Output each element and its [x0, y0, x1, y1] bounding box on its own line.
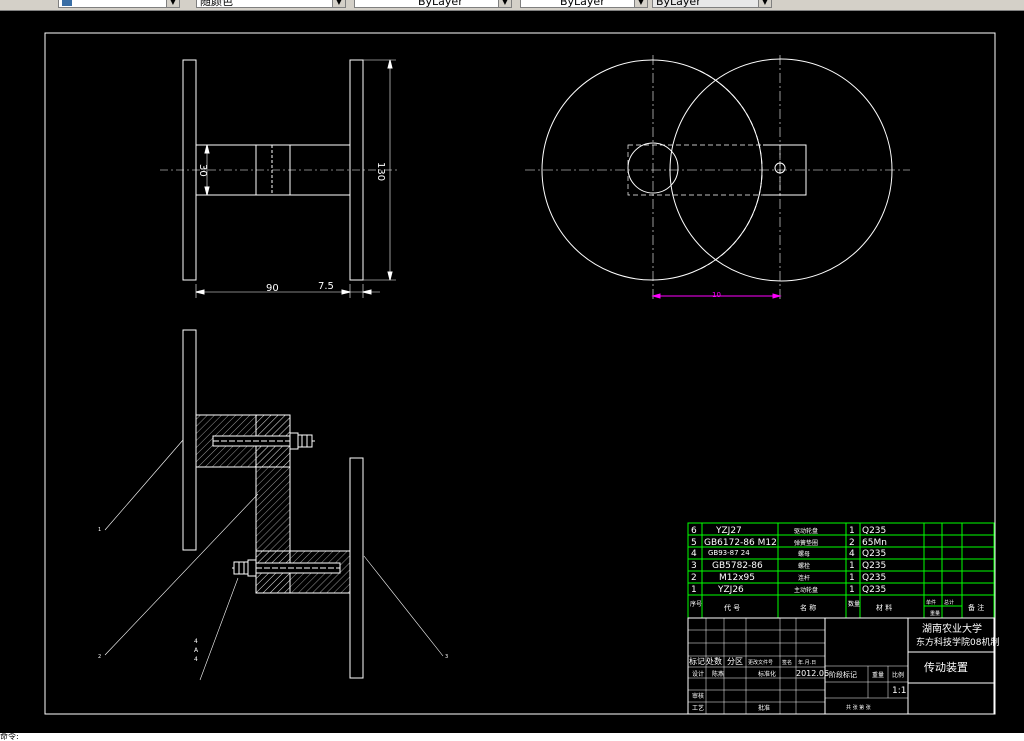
bom-no: 6 [691, 526, 697, 536]
dim-pink: 10 [712, 291, 721, 299]
rev-header: 更改文件号 [748, 659, 773, 666]
bom-code: GB5782-86 [712, 561, 763, 571]
drawing-border [44, 32, 996, 715]
bom-material: Q235 [862, 526, 886, 536]
bom-qty: 1 [849, 526, 855, 536]
front-view [160, 59, 398, 298]
chevron-down-icon: ▼ [634, 0, 647, 7]
bom-no: 5 [691, 538, 697, 548]
frac-b: 4 [194, 656, 198, 663]
bom-header-unit-weight: 单件 [926, 599, 936, 606]
bom-material: Q235 [862, 585, 886, 595]
balloon-4: 4 [194, 638, 198, 645]
rev-header: 处数 [706, 656, 722, 666]
bom-material: Q235 [862, 561, 886, 571]
bom-no: 2 [691, 573, 697, 583]
bom-header-material: 材 料 [876, 603, 892, 612]
dim-90: 90 [266, 283, 279, 294]
role-design: 设计 [692, 670, 704, 678]
sheet-info: 共 张 第 张 [846, 704, 871, 711]
bom-material: 65Mn [862, 538, 887, 548]
bom-header-note: 备 注 [968, 603, 984, 612]
dim-130: 130 [375, 162, 386, 181]
balloon-1: 1 [98, 527, 101, 533]
chevron-down-icon: ▼ [166, 0, 179, 7]
bom-header-weight: 重量 [930, 610, 940, 617]
command-prompt: 命令: [0, 732, 19, 741]
bom-header-qty: 数量 [848, 600, 860, 608]
rev-header: 年.月.日 [798, 659, 816, 666]
bom-code: YZJ26 [717, 585, 744, 595]
drawing-name: 传动装置 [924, 661, 968, 674]
date: 2012.06 [796, 669, 829, 678]
standard-label: 标准化 [758, 670, 776, 678]
balloon-3: 3 [445, 654, 448, 660]
color-dropdown[interactable]: 随颜色 ▼ [196, 0, 346, 8]
command-line[interactable]: 命令: [0, 733, 1024, 741]
frac-a: A [194, 647, 199, 654]
chevron-down-icon: ▼ [332, 0, 345, 7]
lineweight-value: ByLayer [560, 0, 605, 8]
bom-name: 弹簧垫圈 [794, 539, 818, 547]
bom-material: Q235 [862, 549, 886, 559]
balloon-2: 2 [98, 654, 101, 660]
plotstyle-value: ByLayer [656, 0, 701, 8]
bom-name: 主动轮盘 [794, 586, 818, 594]
scale-label: 比例 [892, 671, 904, 679]
bom-name: 连杆 [798, 574, 810, 582]
approve-label: 批准 [758, 704, 770, 712]
bom-code: GB93-87 24 [708, 549, 750, 557]
signer: 陈燕 [712, 670, 724, 678]
scale-value: 1:1 [892, 686, 906, 696]
cad-drawing[interactable]: 90 7.5 30 130 10 1 2 3 4 A 4 6 YZJ27 驱动轮… [0, 11, 1024, 733]
role-review: 审核 [692, 692, 704, 700]
bom-header-no: 序号 [690, 600, 702, 608]
section-view [104, 329, 444, 681]
bom-code: M12x95 [719, 573, 755, 583]
rev-header: 标记 [689, 656, 705, 666]
chevron-down-icon: ▼ [758, 0, 771, 7]
school-name: 湖南农业大学 [922, 622, 982, 635]
bom-no: 3 [691, 561, 697, 571]
bom-header-name: 名 称 [800, 603, 816, 612]
linetype-dropdown[interactable]: ByLayer ▼ [354, 0, 512, 8]
plotstyle-dropdown[interactable]: ByLayer ▼ [652, 0, 772, 8]
role-process: 工艺 [692, 704, 704, 712]
color-value: 随颜色 [200, 0, 233, 8]
dim-30: 30 [197, 164, 208, 177]
bom-header: 序号 代 号 名 称 数量 材 料 单件 总计 重量 备 注 [690, 599, 984, 617]
bom-no: 4 [691, 549, 697, 559]
bom-name: 驱动轮盘 [794, 527, 818, 535]
layer-icon [62, 0, 72, 6]
bom-qty: 1 [849, 561, 855, 571]
rev-header: 分区 [727, 657, 743, 666]
bom-code: GB6172-86 M12 [704, 538, 777, 548]
bom-qty: 4 [849, 549, 855, 559]
bom-name: 螺栓 [798, 562, 810, 570]
linetype-value: ByLayer [418, 0, 463, 8]
school-dept: 东方科技学院08机制 [916, 636, 999, 648]
weight-label: 重量 [872, 671, 884, 679]
chevron-down-icon: ▼ [498, 0, 511, 7]
rev-header: 签名 [782, 659, 792, 666]
bom-rows: 6 YZJ27 驱动轮盘 1 Q235 5 GB6172-86 M12 弹簧垫圈… [691, 526, 887, 595]
drawing-canvas[interactable]: 90 7.5 30 130 10 1 2 3 4 A 4 6 YZJ27 驱动轮… [0, 11, 1024, 733]
bom-no: 1 [691, 585, 697, 595]
side-view [525, 55, 910, 300]
lineweight-dropdown[interactable]: ByLayer ▼ [520, 0, 648, 8]
stage-mark: 阶段标记 [829, 670, 857, 679]
bom-qty: 1 [849, 573, 855, 583]
bom-name: 螺母 [798, 550, 810, 558]
bom-qty: 2 [849, 538, 855, 548]
bom-header-total-weight: 总计 [944, 599, 954, 606]
bom-header-code: 代 号 [724, 603, 740, 612]
properties-toolbar: ▼ 随颜色 ▼ ByLayer ▼ ByLayer ▼ ByLayer ▼ [0, 0, 1024, 11]
layer-dropdown[interactable]: ▼ [58, 0, 180, 8]
bom-qty: 1 [849, 585, 855, 595]
bom-material: Q235 [862, 573, 886, 583]
bom-code: YZJ27 [715, 526, 742, 536]
dim-7-5: 7.5 [318, 281, 334, 292]
